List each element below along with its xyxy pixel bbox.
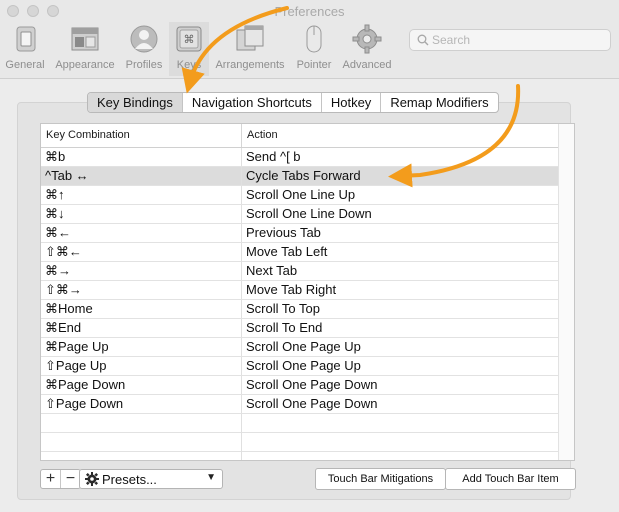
tab-hotkey[interactable]: Hotkey [320, 93, 380, 112]
tab-key-bindings[interactable]: Key Bindings [88, 93, 182, 112]
toolbar-item-keys[interactable]: ⌘ Keys [169, 22, 209, 76]
empty-row [41, 452, 560, 460]
presets-label: Presets... [102, 472, 157, 487]
action-cell: Scroll One Line Down [246, 206, 372, 221]
key-combination-cell: ⇧Page Down [41, 395, 242, 413]
advanced-icon [352, 24, 382, 54]
table-row[interactable]: ⌘b Send ^[ b [41, 148, 560, 167]
toolbar-label: Arrangements [215, 59, 285, 71]
empty-row [41, 433, 560, 452]
table-row[interactable]: ⌘↑ Scroll One Line Up [41, 186, 560, 205]
key-combination-cell: ⌘b [41, 148, 242, 166]
add-touch-bar-item-button[interactable]: Add Touch Bar Item [445, 468, 576, 490]
profiles-icon [130, 25, 158, 53]
key-combination-cell: ^Tab ↔ [41, 167, 242, 185]
toolbar-item-pointer[interactable]: Pointer [292, 22, 336, 76]
keys-icon: ⌘ [176, 26, 202, 52]
table-row[interactable]: ⇧⌘← Move Tab Left [41, 243, 560, 262]
add-binding-button[interactable]: + [41, 470, 60, 488]
search-icon [417, 34, 429, 46]
chevron-down-icon: ▼ [206, 472, 216, 483]
gear-icon [85, 472, 99, 486]
toolbar-label: Advanced [342, 59, 392, 71]
toolbar-label: Keys [176, 59, 202, 71]
table-row[interactable]: ⌘↓ Scroll One Line Down [41, 205, 560, 224]
key-bindings-table: Key Combination Action ⌘b Send ^[ b ^Tab ↔… [40, 123, 575, 461]
table-body: ⌘b Send ^[ b ^Tab ↔ Cycle Tabs Forward ⌘↑ Scr… [41, 148, 560, 460]
action-cell: Scroll One Page Down [246, 377, 378, 392]
window-title: Preferences [274, 4, 345, 19]
action-cell: Previous Tab [246, 225, 321, 240]
toolbar-item-profiles[interactable]: Profiles [122, 22, 166, 76]
key-combination-cell: ⌘↑ [41, 186, 242, 204]
table-scrollbar[interactable] [558, 124, 574, 460]
toolbar-label: Pointer [296, 59, 332, 71]
toolbar-label: Appearance [55, 59, 115, 71]
table-row[interactable]: ⇧Page Up Scroll One Page Up [41, 357, 560, 376]
action-cell: Scroll One Page Up [246, 358, 361, 373]
action-cell: Scroll One Line Up [246, 187, 356, 202]
tab-navigation-shortcuts[interactable]: Navigation Shortcuts [181, 93, 321, 112]
table-header: Key Combination Action [41, 124, 574, 148]
table-row[interactable]: ⇧⌘→ Move Tab Right [41, 281, 560, 300]
key-combination-cell: ⌘Home [41, 300, 242, 318]
table-row[interactable]: ⌘Home Scroll To Top [41, 300, 560, 319]
action-cell: Scroll One Page Down [246, 396, 378, 411]
search-field[interactable] [409, 29, 611, 51]
key-combination-cell: ⌘Page Up [41, 338, 242, 356]
column-header-key-combination[interactable]: Key Combination [41, 124, 242, 147]
general-icon [16, 26, 36, 52]
pointer-icon [306, 25, 322, 53]
table-row[interactable]: ⌘Page Up Scroll One Page Up [41, 338, 560, 357]
add-remove-control: + − [40, 469, 81, 489]
key-combination-cell: ⌘← [41, 224, 242, 242]
remove-binding-button[interactable]: − [60, 470, 80, 488]
toolbar-item-arrangements[interactable]: Arrangements [210, 22, 290, 76]
key-combination-cell: ⌘End [41, 319, 242, 337]
action-cell: Next Tab [246, 263, 298, 278]
table-row[interactable]: ⌘← Previous Tab [41, 224, 560, 243]
tab-bar: Key Bindings Navigation Shortcuts Hotkey… [87, 92, 499, 113]
toolbar-item-general[interactable]: General [2, 22, 48, 76]
toolbar: Preferences General Appearance Profiles … [0, 0, 619, 79]
action-cell: Scroll One Page Up [246, 339, 361, 354]
toolbar-item-appearance[interactable]: Appearance [52, 22, 118, 76]
preferences-window: Preferences General Appearance Profiles … [0, 0, 619, 512]
table-row[interactable]: ^Tab ↔ Cycle Tabs Forward [41, 167, 560, 186]
tab-remap-modifiers[interactable]: Remap Modifiers [380, 93, 497, 112]
svg-text:⌘: ⌘ [184, 33, 195, 46]
action-cell: Send ^[ b [246, 149, 301, 164]
empty-row [41, 414, 560, 433]
appearance-icon [71, 27, 99, 51]
action-cell: Scroll To End [246, 320, 323, 335]
table-row[interactable]: ⌘Page Down Scroll One Page Down [41, 376, 560, 395]
action-cell: Scroll To Top [246, 301, 320, 316]
arrangements-icon [236, 25, 264, 51]
action-cell: Cycle Tabs Forward [246, 168, 361, 183]
key-combination-cell: ⇧⌘→ [41, 281, 242, 299]
search-input[interactable] [432, 31, 602, 49]
key-combination-cell: ⌘→ [41, 262, 242, 280]
toolbar-label: General [5, 59, 45, 71]
column-header-action[interactable]: Action [242, 124, 559, 147]
table-row[interactable]: ⌘→ Next Tab [41, 262, 560, 281]
action-cell: Move Tab Left [246, 244, 328, 259]
toolbar-label: Profiles [125, 59, 163, 71]
table-row[interactable]: ⌘End Scroll To End [41, 319, 560, 338]
key-combination-cell: ⇧⌘← [41, 243, 242, 261]
key-combination-cell: ⇧Page Up [41, 357, 242, 375]
touch-bar-mitigations-button[interactable]: Touch Bar Mitigations [315, 468, 446, 490]
key-combination-cell: ⌘↓ [41, 205, 242, 223]
table-row[interactable]: ⇧Page Down Scroll One Page Down [41, 395, 560, 414]
presets-dropdown[interactable]: Presets... ▼ [79, 469, 223, 489]
key-combination-cell: ⌘Page Down [41, 376, 242, 394]
action-cell: Move Tab Right [246, 282, 337, 297]
toolbar-item-advanced[interactable]: Advanced [338, 22, 396, 76]
